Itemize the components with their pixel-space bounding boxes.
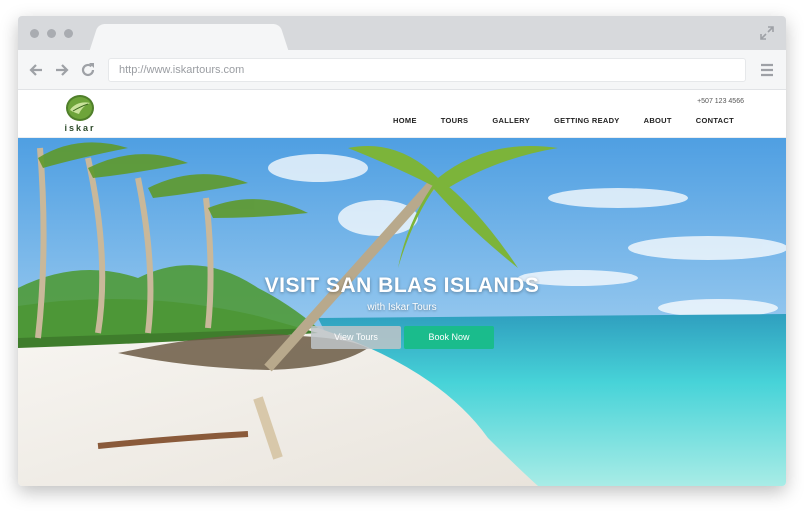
nav-item-about[interactable]: ABOUT (644, 116, 672, 125)
nav-item-contact[interactable]: CONTACT (696, 116, 734, 125)
window-controls (30, 29, 73, 38)
browser-window: http://www.iskartours.com iskar +507 123… (18, 16, 786, 486)
title-bar (18, 16, 786, 50)
maximize-dot-icon[interactable] (64, 29, 73, 38)
logo-leaf-icon (66, 95, 94, 121)
forward-arrow-icon[interactable] (54, 62, 70, 78)
phone-number[interactable]: +507 123 4566 (697, 98, 744, 105)
browser-tab[interactable] (102, 24, 276, 50)
reload-icon[interactable] (80, 62, 96, 78)
nav-item-gallery[interactable]: GALLERY (492, 116, 530, 125)
site-header: iskar +507 123 4566 HOME TOURS GALLERY G… (18, 90, 786, 138)
minimize-dot-icon[interactable] (47, 29, 56, 38)
main-nav: HOME TOURS GALLERY GETTING READY ABOUT C… (369, 116, 734, 125)
hero-section: VISIT SAN BLAS ISLANDS with Iskar Tours … (18, 138, 786, 486)
site-logo[interactable]: iskar (58, 94, 102, 136)
address-bar[interactable]: http://www.iskartours.com (108, 58, 746, 82)
book-now-button[interactable]: Book Now (404, 326, 494, 349)
hamburger-menu-icon[interactable] (760, 63, 774, 77)
nav-item-getting-ready[interactable]: GETTING READY (554, 116, 620, 125)
logo-text: iskar (64, 123, 96, 133)
hero-subtitle: with Iskar Tours (367, 302, 437, 313)
nav-item-home[interactable]: HOME (393, 116, 417, 125)
expand-icon[interactable] (760, 26, 774, 40)
browser-toolbar: http://www.iskartours.com (18, 50, 786, 90)
close-dot-icon[interactable] (30, 29, 39, 38)
nav-item-tours[interactable]: TOURS (441, 116, 469, 125)
back-arrow-icon[interactable] (28, 62, 44, 78)
view-tours-button[interactable]: View Tours (311, 326, 401, 349)
hero-title: VISIT SAN BLAS ISLANDS (264, 274, 540, 297)
